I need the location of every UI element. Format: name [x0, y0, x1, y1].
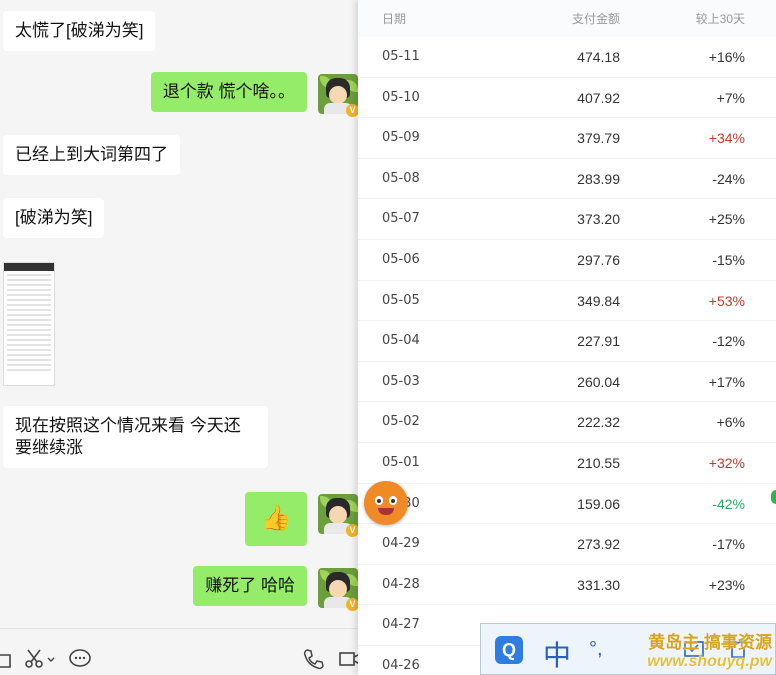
- phone-icon[interactable]: [302, 647, 326, 671]
- date-cell: 04-29: [382, 536, 420, 552]
- table-header: 日期 支付金额 较上30天: [358, 0, 776, 37]
- chat-icon[interactable]: [68, 647, 92, 671]
- watermark-title: 黄岛主 搞事资源: [648, 633, 772, 652]
- amount-cell: 260.04: [577, 373, 620, 390]
- date-cell: 05-02: [382, 414, 420, 430]
- chat-pane: 太慌了[破涕为笑] 退个款 慌个啥。。 V 已经上到大词第四了 [破涕为笑] 现…: [0, 0, 362, 675]
- change-cell: +16%: [708, 49, 745, 65]
- chat-toolbar: [0, 628, 362, 675]
- amount-cell: 297.76: [577, 252, 620, 268]
- date-cell: 05-09: [382, 130, 420, 146]
- date-cell: 05-05: [382, 292, 420, 308]
- watermark-url: www.shouyq.pw: [647, 653, 772, 670]
- change-cell: +53%: [708, 292, 745, 309]
- table-row[interactable]: 05-06 297.76 -15%: [358, 240, 776, 281]
- change-cell: -12%: [712, 333, 745, 350]
- image-message-thumbnail[interactable]: [3, 262, 55, 386]
- change-cell: +25%: [708, 211, 745, 228]
- mascot-icon[interactable]: [364, 481, 408, 525]
- amount-cell: 373.20: [577, 211, 620, 228]
- change-cell: +32%: [708, 455, 745, 471]
- change-cell: +23%: [708, 576, 745, 593]
- date-cell: 05-01: [382, 455, 420, 470]
- date-cell: 05-06: [382, 252, 420, 267]
- message-bubble-outgoing[interactable]: 退个款 慌个啥。。: [150, 72, 307, 112]
- table-row[interactable]: 05-02 222.32 +6%: [358, 402, 776, 443]
- amount-cell: 379.79: [577, 130, 620, 147]
- amount-cell: 227.91: [577, 333, 620, 350]
- message-bubble-incoming[interactable]: 太慌了[破涕为笑]: [3, 11, 156, 51]
- change-cell: +34%: [708, 130, 745, 147]
- table-row[interactable]: 05-10 407.92 +7%: [358, 78, 776, 119]
- message-bubble-incoming[interactable]: 已经上到大词第四了: [3, 135, 180, 175]
- payment-table-panel: 日期 支付金额 较上30天 05-11 474.18 +16% 05-10 407.92…: [358, 0, 776, 675]
- column-header-amount[interactable]: 支付金额: [572, 10, 620, 27]
- message-bubble-incoming[interactable]: [破涕为笑]: [3, 198, 105, 238]
- table-row[interactable]: 05-03 260.04 +17%: [358, 362, 776, 403]
- date-cell: 05-03: [382, 373, 420, 389]
- table-row[interactable]: 04-30159.06-42%: [358, 484, 776, 525]
- ime-mode-toggle[interactable]: 中: [543, 634, 571, 674]
- table-row[interactable]: 04-28 331.30 +23%: [358, 565, 776, 606]
- change-cell: -24%: [712, 170, 745, 187]
- table-row[interactable]: 05-07 373.20 +25%: [358, 199, 776, 240]
- date-cell: 04-28: [382, 576, 420, 592]
- table-row[interactable]: 05-09 379.79 +34%: [358, 118, 776, 159]
- date-cell: 04-26: [382, 658, 420, 673]
- table-row[interactable]: 05-01 210.55 +32%: [358, 443, 776, 484]
- message-bubble-outgoing[interactable]: 赚死了 哈哈: [193, 566, 307, 606]
- date-cell: 04-27: [382, 617, 420, 633]
- table-row[interactable]: 05-08 283.99 -24%: [358, 159, 776, 200]
- folder-icon[interactable]: [0, 647, 12, 671]
- date-cell: 05-04: [382, 333, 420, 349]
- thumbs-up-message[interactable]: 👍: [245, 492, 307, 546]
- table-row[interactable]: 05-05 349.84 +53%: [358, 281, 776, 322]
- amount-cell: 331.30: [577, 576, 620, 593]
- amount-cell: 159.06: [577, 495, 620, 512]
- column-header-date[interactable]: 日期: [382, 10, 406, 27]
- ime-logo-icon[interactable]: Q: [495, 636, 523, 664]
- date-cell: 05-10: [382, 89, 420, 105]
- table-row[interactable]: 05-11 474.18 +16%: [358, 37, 776, 78]
- change-cell: +17%: [708, 373, 745, 390]
- chevron-down-icon[interactable]: [46, 647, 56, 671]
- amount-cell: 273.92: [577, 536, 620, 553]
- amount-cell: 222.32: [577, 414, 620, 431]
- date-cell: 05-11: [382, 49, 420, 64]
- change-cell: -15%: [712, 252, 745, 268]
- change-cell: -17%: [712, 536, 745, 553]
- ime-punctuation-toggle[interactable]: °,: [589, 638, 603, 661]
- change-cell: -42%: [712, 495, 745, 512]
- message-bubble-incoming[interactable]: 现在按照这个情况来看 今天还要继续涨: [3, 406, 268, 468]
- amount-cell: 349.84: [577, 292, 620, 309]
- amount-cell: 407.92: [577, 89, 620, 106]
- status-dot-icon: [771, 490, 776, 504]
- date-cell: 05-08: [382, 170, 420, 186]
- change-cell: +7%: [716, 89, 745, 106]
- amount-cell: 210.55: [577, 455, 620, 471]
- table-row[interactable]: 05-04 227.91 -12%: [358, 321, 776, 362]
- date-cell: 05-07: [382, 211, 420, 227]
- table-row[interactable]: 04-29 273.92 -17%: [358, 524, 776, 565]
- column-header-change[interactable]: 较上30天: [696, 10, 745, 27]
- scissors-icon[interactable]: [22, 647, 46, 671]
- change-cell: +6%: [716, 414, 745, 431]
- amount-cell: 474.18: [577, 49, 620, 65]
- amount-cell: 283.99: [577, 170, 620, 187]
